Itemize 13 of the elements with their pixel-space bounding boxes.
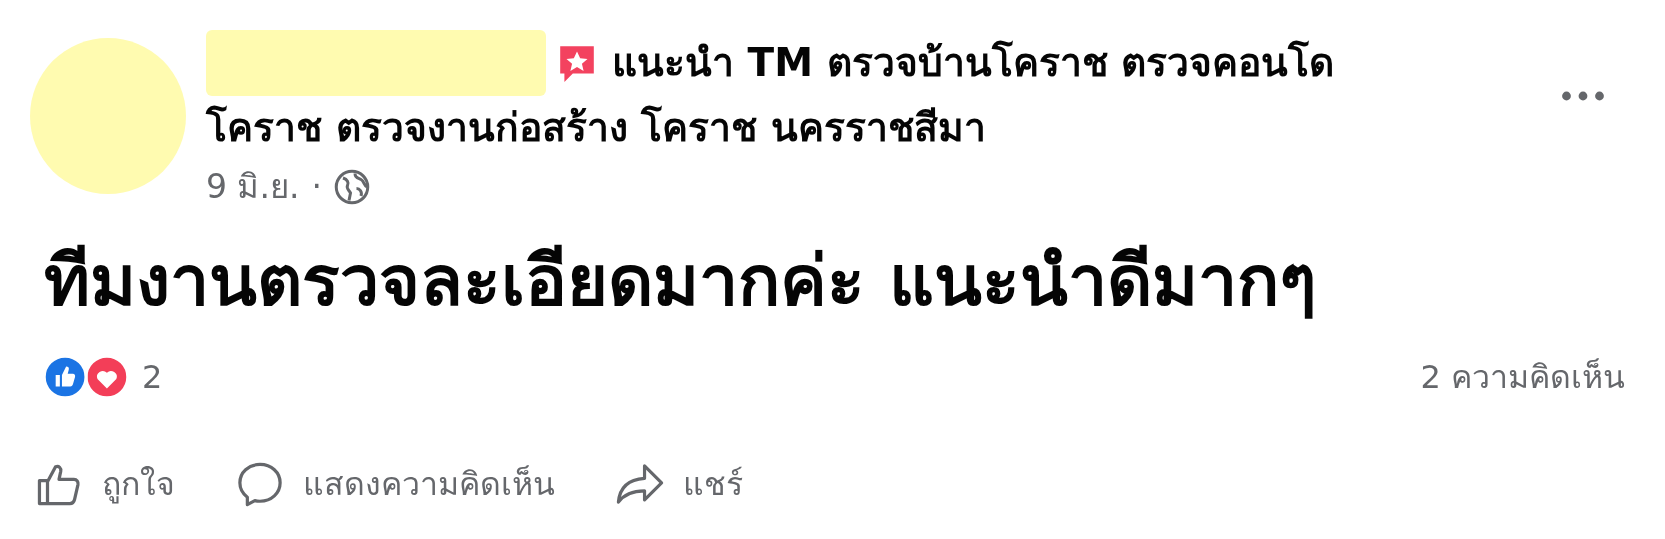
reaction-count[interactable]: 2 bbox=[142, 357, 163, 396]
recommendation-text: แนะนำ TM ตรวจบ้านโคราช ตรวจคอนโด bbox=[612, 39, 1335, 87]
like-button[interactable]: ถูกใจ bbox=[34, 452, 175, 515]
recommendation-text: โคราช ตรวจงานก่อสร้าง โคราช นครราชสีมา bbox=[206, 104, 986, 152]
globe-icon bbox=[333, 168, 370, 205]
share-button[interactable]: แชร์ bbox=[615, 452, 743, 515]
separator-dot: · bbox=[311, 167, 322, 206]
speech-bubble-icon bbox=[235, 460, 285, 507]
comment-button[interactable]: แสดงความคิดเห็น bbox=[235, 452, 555, 515]
post-date[interactable]: 9 มิ.ย. bbox=[206, 160, 300, 213]
post-text: ทีมงานตรวจละเอียดมากค่ะ แนะนำดีมากๆ bbox=[44, 241, 1319, 321]
comment-count[interactable]: 2 ความคิดเห็น bbox=[1420, 351, 1625, 402]
more-options-icon[interactable] bbox=[1561, 90, 1605, 102]
